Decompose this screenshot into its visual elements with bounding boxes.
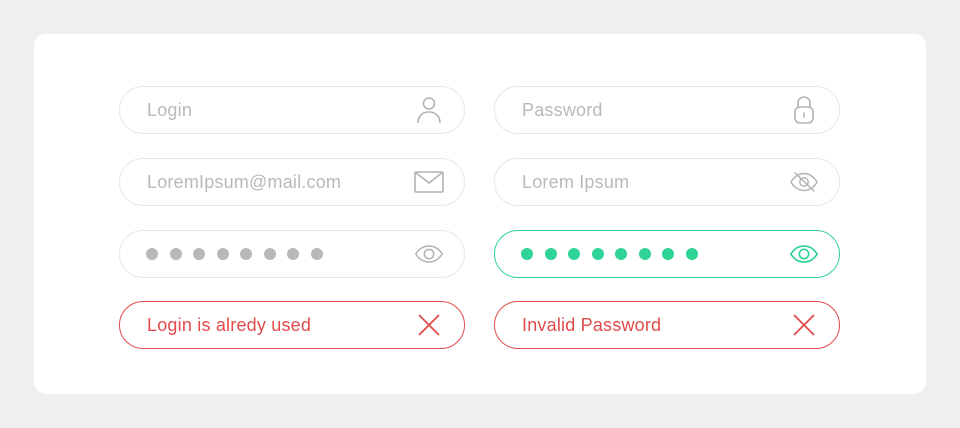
lock-icon: [789, 96, 819, 124]
masked-password-dots: [521, 231, 709, 277]
email-value: LoremIpsum@mail.com: [147, 172, 342, 192]
password-dot: [591, 248, 604, 260]
login-placeholder: Login: [147, 100, 193, 120]
password-dot: [521, 248, 533, 260]
password-dot: [568, 248, 580, 260]
password-dot: [146, 248, 158, 260]
eye-icon[interactable]: [789, 241, 819, 267]
password-error-message: Invalid Password: [522, 315, 662, 335]
user-icon: [414, 97, 444, 124]
password-error-field[interactable]: Invalid Password: [494, 301, 840, 349]
password-dot: [638, 248, 651, 260]
eye-icon[interactable]: [414, 241, 444, 267]
mail-icon: [414, 169, 444, 195]
close-icon[interactable]: [414, 312, 444, 338]
password-dot: [240, 248, 252, 260]
password-dot: [263, 248, 276, 260]
password-dot: [193, 248, 205, 260]
password-dot: [615, 248, 627, 260]
password-dot: [685, 248, 698, 260]
email-field[interactable]: LoremIpsum@mail.com: [119, 158, 465, 206]
password-valid-field[interactable]: [494, 230, 840, 278]
password-masked-field[interactable]: [119, 230, 465, 278]
name-field[interactable]: Lorem Ipsum: [494, 158, 840, 206]
password-dot: [662, 248, 674, 260]
form-card: Login Password LoremIpsum@mail.com Lorem…: [34, 34, 926, 394]
login-error-message: Login is alredy used: [147, 315, 312, 335]
password-input[interactable]: Password: [494, 86, 840, 134]
eye-off-icon[interactable]: [789, 169, 819, 195]
password-dot: [544, 248, 557, 260]
masked-password-dots: [146, 231, 334, 277]
name-value: Lorem Ipsum: [522, 172, 630, 192]
password-dot: [310, 248, 323, 260]
password-dot: [216, 248, 229, 260]
login-error-field[interactable]: Login is alredy used: [119, 301, 465, 349]
password-placeholder: Password: [522, 100, 603, 120]
password-dot: [169, 248, 182, 260]
login-input[interactable]: Login: [119, 86, 465, 134]
close-icon[interactable]: [789, 312, 819, 338]
password-dot: [287, 248, 299, 260]
